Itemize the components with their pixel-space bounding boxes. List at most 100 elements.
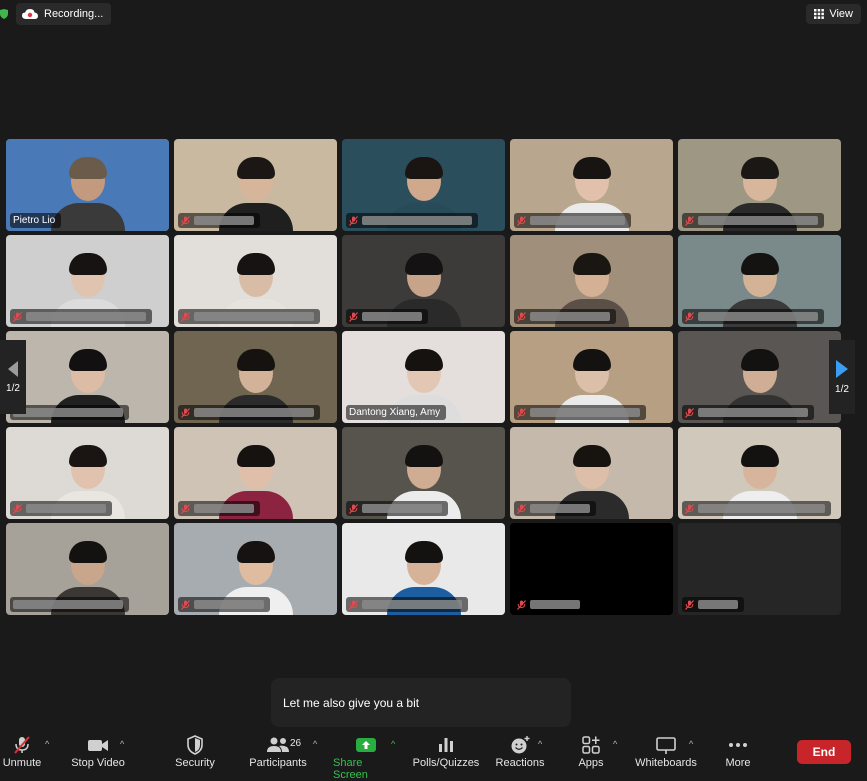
share-options-caret[interactable]: ^ [391,739,395,749]
participant-tile[interactable] [342,523,505,615]
participant-tile[interactable]: Pietro Lio [6,139,169,231]
participant-tile[interactable] [342,427,505,519]
participant-tile[interactable] [174,427,337,519]
apps-options-caret[interactable]: ^ [613,739,617,749]
more-label: More [725,757,751,769]
participant-tile[interactable] [678,331,841,423]
polls-quizzes-button[interactable]: Polls/Quizzes [412,735,480,769]
participant-tile[interactable] [6,331,169,423]
participant-tile[interactable] [510,523,673,615]
redacted-name [194,216,254,225]
next-page-button[interactable]: 1/2 [829,340,855,414]
arrow-right-icon [836,359,848,378]
video-options-caret[interactable]: ^ [120,739,124,749]
redacted-name [13,600,123,609]
unmute-label: Unmute [2,757,42,769]
mic-muted-icon [685,599,694,610]
participant-name-tag [514,597,586,612]
participant-tile[interactable] [342,235,505,327]
whiteboard-icon [656,737,676,754]
share-screen-label: Share Screen [333,757,368,781]
apps-label: Apps [578,757,604,769]
participant-tile[interactable] [6,235,169,327]
participant-tile[interactable]: Dantong Xiang, Amy [342,331,505,423]
redacted-name [530,408,640,417]
arrow-left-icon [8,360,18,377]
participants-options-caret[interactable]: ^ [313,739,317,749]
apps-button[interactable]: Apps [574,735,608,769]
smiley-plus-icon [511,736,530,754]
recording-indicator[interactable]: Recording... [16,3,112,25]
end-meeting-button[interactable]: End [797,740,851,764]
previous-page-button[interactable]: 1/2 [0,340,26,414]
whiteboards-label: Whiteboards [635,757,697,769]
participant-tile[interactable] [510,427,673,519]
mic-muted-icon [517,311,526,322]
video-camera-icon [88,740,108,751]
security-label: Security [175,757,215,769]
participant-tile[interactable] [342,139,505,231]
redacted-name [530,216,625,225]
participant-tile[interactable] [678,427,841,519]
mic-muted-icon [181,407,190,418]
bar-chart-icon [439,738,453,752]
live-caption: Let me also give you a bit [271,678,571,727]
shield-icon [187,735,203,755]
mic-muted-icon [181,215,190,226]
security-button[interactable]: Security [173,735,217,769]
more-button[interactable]: More [722,735,754,769]
grid-view-icon [814,9,825,19]
participant-name-tag [178,597,270,612]
participant-tile[interactable] [6,427,169,519]
view-button[interactable]: View [806,4,861,24]
mic-muted-icon [685,407,694,418]
mic-muted-icon [517,407,526,418]
redacted-name [530,600,580,609]
participant-name-tag [682,501,831,516]
unmute-button[interactable]: Unmute [2,735,42,769]
redacted-name [362,600,462,609]
audio-options-caret[interactable]: ^ [45,739,49,749]
participant-tile[interactable] [510,139,673,231]
participant-tile[interactable] [174,523,337,615]
mic-muted-icon [685,503,694,514]
mic-muted-icon [181,311,190,322]
redacted-name [194,504,254,513]
view-label: View [829,8,853,20]
stop-video-button[interactable]: Stop Video [68,735,128,769]
microphone-muted-icon [14,736,30,754]
participant-video [50,153,125,231]
participant-tile[interactable] [678,139,841,231]
redacted-name [26,312,146,321]
apps-icon [582,736,600,754]
meeting-toolbar: Unmute ^ Stop Video ^ Security Participa… [0,731,867,781]
participant-tile[interactable] [174,139,337,231]
participant-name-tag [178,309,320,324]
whiteboards-options-caret[interactable]: ^ [689,739,693,749]
share-screen-icon [356,738,376,752]
participants-label: Participants [249,757,307,769]
participant-tile[interactable] [174,331,337,423]
security-shield-icon [0,9,8,19]
mic-muted-icon [349,215,358,226]
redacted-name [13,408,123,417]
participant-tile[interactable] [678,235,841,327]
participant-tile[interactable] [678,523,841,615]
participant-tile[interactable] [174,235,337,327]
redacted-name [362,504,442,513]
participant-name-tag [10,309,152,324]
redacted-name [194,312,314,321]
cloud-recording-icon [22,8,38,19]
participant-tile[interactable] [510,235,673,327]
redacted-name [698,216,818,225]
participant-tile[interactable] [510,331,673,423]
participants-icon [267,737,289,752]
mic-muted-icon [517,215,526,226]
participant-tile[interactable] [6,523,169,615]
share-screen-button[interactable]: Share Screen [333,735,399,781]
participant-name: Dantong Xiang, Amy [349,407,441,418]
participant-name-tag: Dantong Xiang, Amy [346,405,447,420]
more-dots-icon [729,743,747,747]
participant-name-tag [178,405,320,420]
reactions-options-caret[interactable]: ^ [538,739,542,749]
